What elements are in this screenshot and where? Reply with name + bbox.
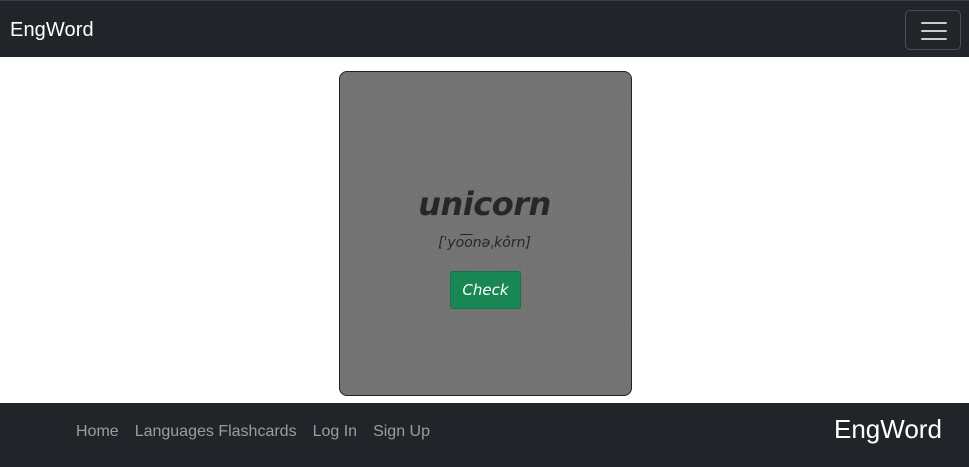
- footer-brand: EngWord: [834, 414, 942, 444]
- hamburger-bar: [921, 22, 947, 24]
- flashcard-pronunciation: [ˈyo͞onəˌkôrn]: [438, 235, 531, 251]
- footer: Home Languages Flashcards Log In Sign Up…: [0, 403, 969, 467]
- navbar-brand[interactable]: EngWord: [10, 18, 94, 42]
- hamburger-menu-icon: [921, 22, 947, 40]
- navbar-toggler-button[interactable]: [905, 10, 961, 50]
- footer-link-home[interactable]: Home: [76, 422, 119, 442]
- hamburger-bar: [921, 38, 947, 40]
- check-button[interactable]: Check: [450, 271, 521, 309]
- footer-link-languages-flashcards[interactable]: Languages Flashcards: [135, 422, 297, 442]
- footer-link-sign-up[interactable]: Sign Up: [373, 422, 430, 442]
- hamburger-bar: [921, 30, 947, 32]
- footer-nav: Home Languages Flashcards Log In Sign Up: [76, 422, 446, 442]
- page: EngWord unicorn [ˈyo͞onəˌkôrn] Check Hom…: [0, 0, 969, 467]
- top-navbar: EngWord: [0, 0, 969, 57]
- footer-link-log-in[interactable]: Log In: [313, 422, 357, 442]
- flashcard-word: unicorn: [418, 185, 551, 223]
